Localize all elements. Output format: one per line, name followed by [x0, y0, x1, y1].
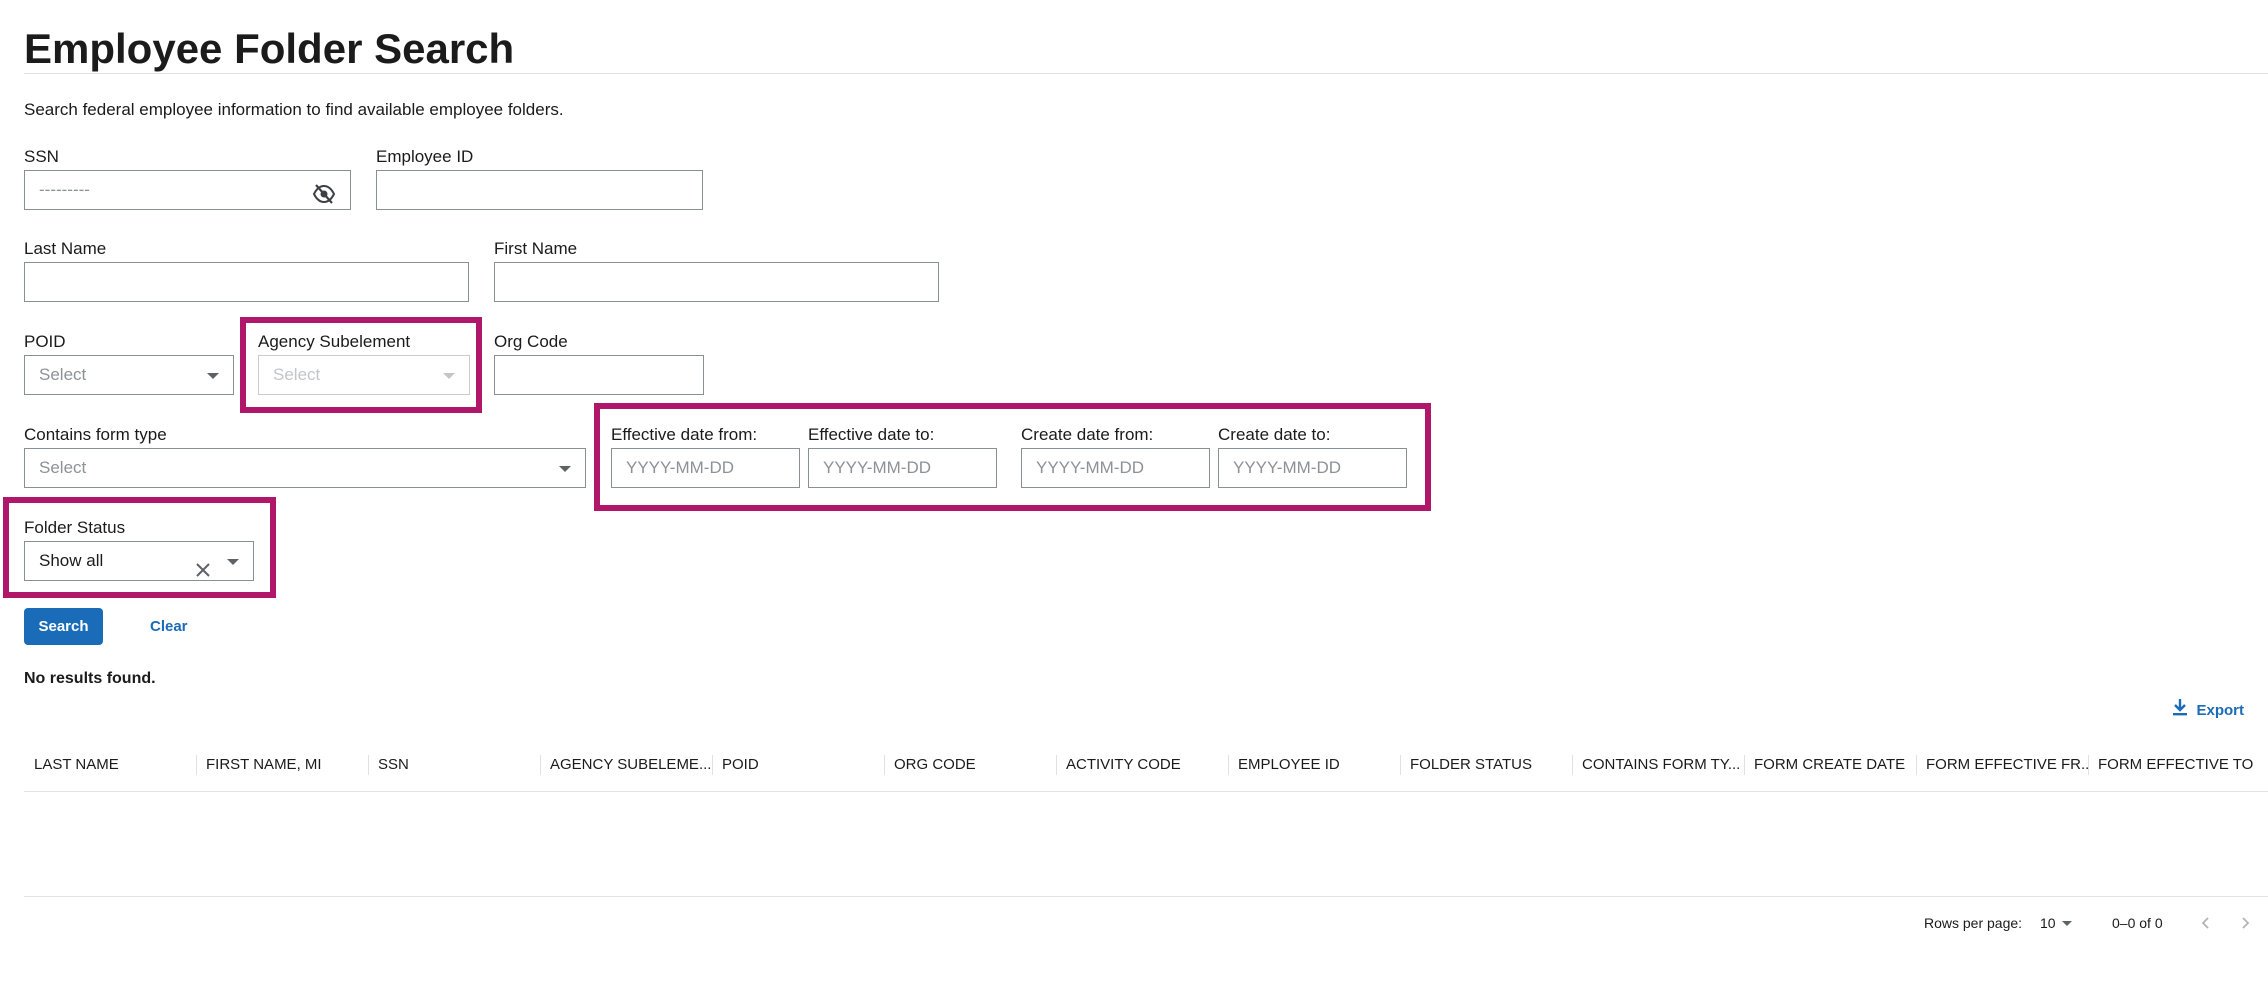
download-icon: [2172, 698, 2188, 723]
org-code-label: Org Code: [494, 332, 568, 351]
results-status: No results found.: [24, 670, 156, 687]
column-header[interactable]: FIRST NAME, MI: [196, 740, 368, 790]
create-date-from-label: Create date from:: [1021, 425, 1154, 444]
create-date-from-input[interactable]: YYYY-MM-DD: [1021, 448, 1210, 488]
contains-form-type-select[interactable]: Select: [24, 448, 586, 488]
column-header[interactable]: FORM CREATE DATE: [1744, 740, 1916, 790]
clear-button[interactable]: Clear: [150, 608, 188, 645]
column-header[interactable]: AGENCY SUBELEME...: [540, 740, 712, 790]
export-label: Export: [2196, 701, 2244, 719]
chevron-right-icon[interactable]: [2238, 916, 2252, 930]
last-name-input[interactable]: [24, 262, 469, 302]
rows-per-page-select[interactable]: 10: [2040, 912, 2080, 934]
column-header[interactable]: SSN: [368, 740, 540, 790]
page-title: Employee Folder Search: [24, 25, 515, 72]
poid-placeholder: Select: [39, 365, 87, 384]
ssn-input[interactable]: ---------: [24, 170, 351, 210]
column-header[interactable]: CONTAINS FORM TY...: [1572, 740, 1744, 790]
search-button[interactable]: Search: [24, 608, 103, 645]
contains-form-type-placeholder: Select: [39, 458, 87, 477]
caret-down-icon: [2062, 921, 2072, 926]
column-header[interactable]: EMPLOYEE ID: [1228, 740, 1400, 790]
caret-down-icon: [443, 373, 455, 379]
caret-down-icon: [559, 466, 571, 472]
caret-down-icon: [207, 373, 219, 379]
agency-subelement-select[interactable]: Select: [258, 355, 470, 395]
employee-id-input[interactable]: [376, 170, 703, 210]
column-header[interactable]: FORM EFFECTIVE FR...: [1916, 740, 2088, 790]
effective-date-to-placeholder: YYYY-MM-DD: [823, 458, 931, 477]
page-description: Search federal employee information to f…: [24, 100, 564, 119]
folder-status-select[interactable]: Show all: [24, 541, 254, 581]
create-date-to-input[interactable]: YYYY-MM-DD: [1218, 448, 1407, 488]
create-date-to-label: Create date to:: [1218, 425, 1331, 444]
effective-date-from-input[interactable]: YYYY-MM-DD: [611, 448, 800, 488]
column-header[interactable]: FORM EFFECTIVE TO: [2088, 740, 2260, 790]
create-date-from-placeholder: YYYY-MM-DD: [1036, 458, 1144, 477]
column-header[interactable]: ORG CODE: [884, 740, 1056, 790]
caret-down-icon[interactable]: [227, 559, 239, 565]
ssn-placeholder: ---------: [39, 180, 90, 199]
last-name-label: Last Name: [24, 239, 107, 258]
effective-date-to-input[interactable]: YYYY-MM-DD: [808, 448, 997, 488]
eye-slash-icon[interactable]: [312, 180, 336, 204]
poid-select[interactable]: Select: [24, 355, 234, 395]
effective-date-to-label: Effective date to:: [808, 425, 935, 444]
first-name-input[interactable]: [494, 262, 939, 302]
contains-form-type-label: Contains form type: [24, 425, 167, 444]
ssn-label: SSN: [24, 147, 59, 166]
chevron-left-icon[interactable]: [2199, 916, 2213, 930]
rows-per-page-value: 10: [2040, 915, 2056, 931]
table-footer-divider: [24, 896, 2268, 897]
agency-subelement-label: Agency Subelement: [258, 332, 411, 351]
table-header-divider: [24, 791, 2268, 792]
effective-date-from-label: Effective date from:: [611, 425, 758, 444]
folder-status-value: Show all: [39, 551, 104, 570]
effective-date-from-placeholder: YYYY-MM-DD: [626, 458, 734, 477]
title-divider: [24, 73, 2268, 74]
clear-x-icon[interactable]: [195, 554, 211, 577]
org-code-input[interactable]: [494, 355, 704, 395]
first-name-label: First Name: [494, 239, 578, 258]
export-button[interactable]: Export: [2172, 698, 2244, 723]
create-date-to-placeholder: YYYY-MM-DD: [1233, 458, 1341, 477]
folder-status-label: Folder Status: [24, 518, 126, 537]
employee-id-label: Employee ID: [376, 147, 474, 166]
column-header[interactable]: FOLDER STATUS: [1400, 740, 1572, 790]
column-header[interactable]: POID: [712, 740, 884, 790]
column-header[interactable]: ACTIVITY CODE: [1056, 740, 1228, 790]
column-header[interactable]: LAST NAME: [24, 740, 196, 790]
poid-label: POID: [24, 332, 66, 351]
pagination-range: 0–0 of 0: [2112, 915, 2163, 931]
agency-subelement-placeholder: Select: [273, 365, 321, 384]
rows-per-page-label: Rows per page:: [1924, 915, 2023, 931]
